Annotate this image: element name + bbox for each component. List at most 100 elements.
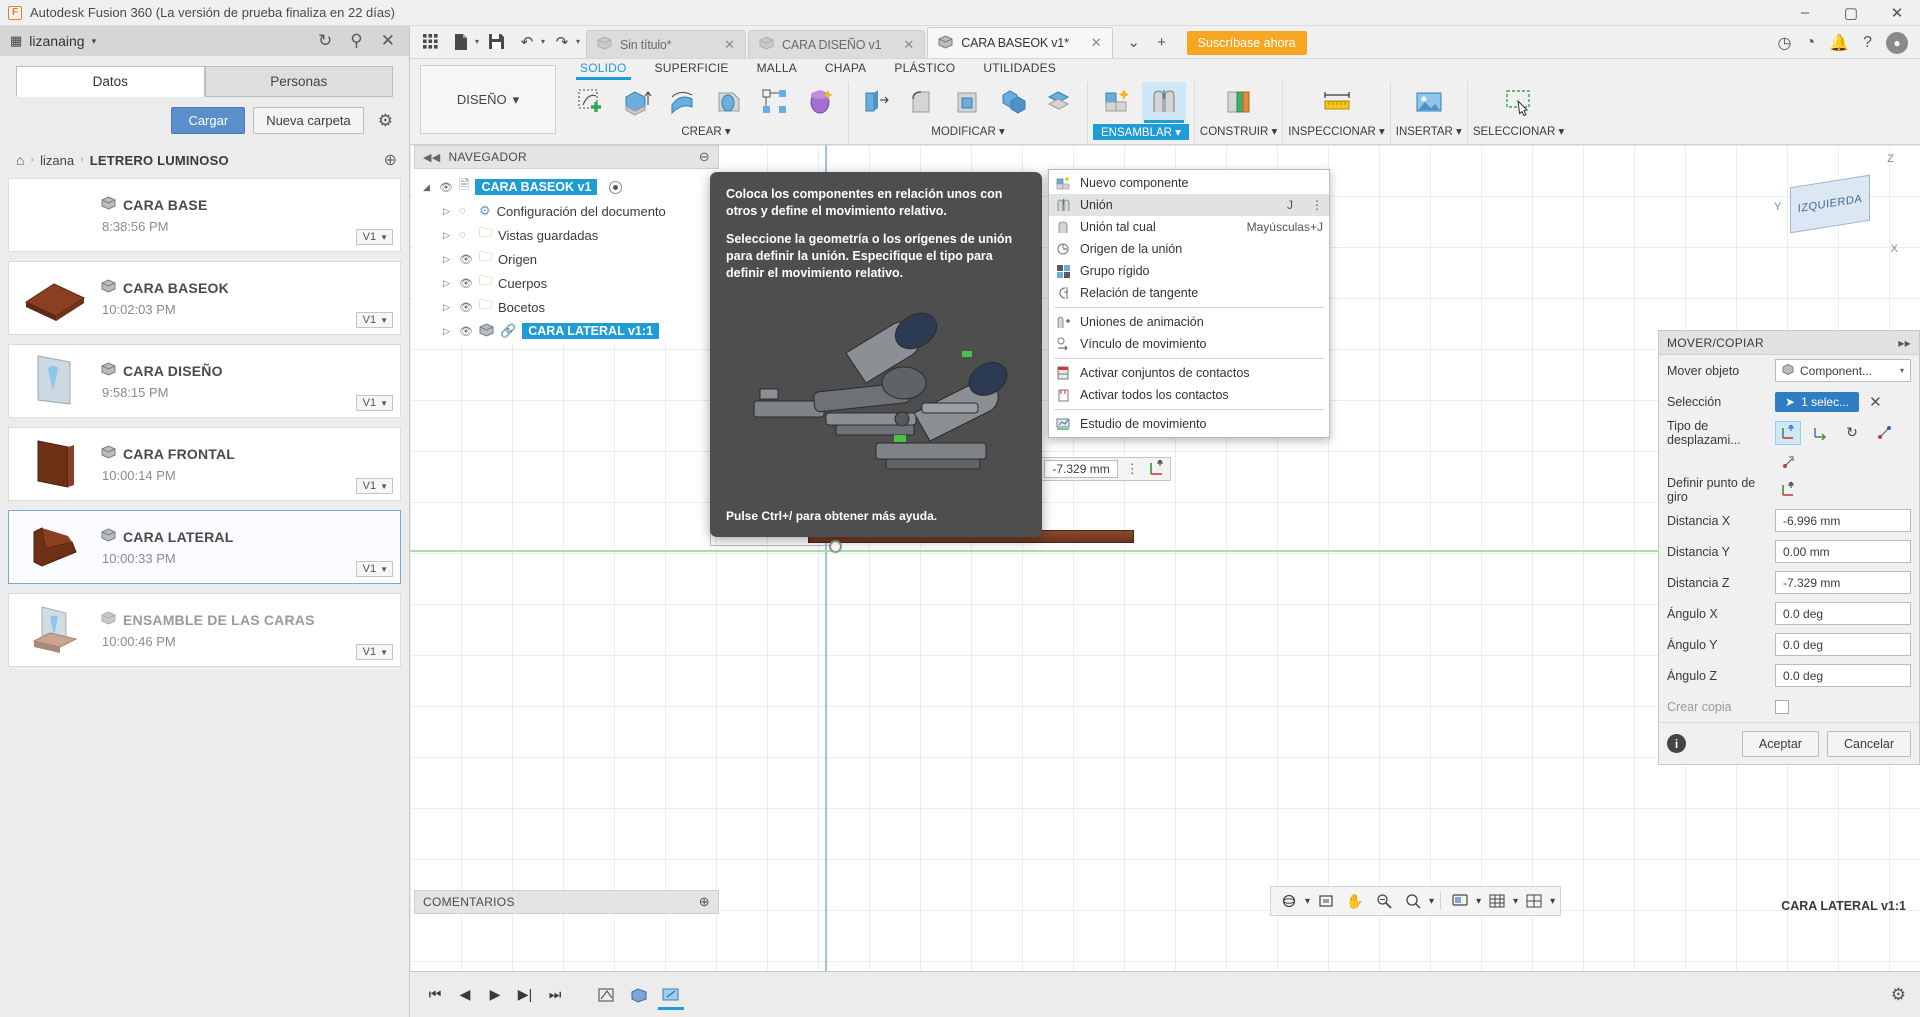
ribbon-tab-chapa[interactable]: CHAPA bbox=[811, 59, 880, 77]
menu-item-new-component[interactable]: Nuevo componente bbox=[1049, 172, 1329, 194]
measure-icon[interactable] bbox=[1315, 82, 1359, 122]
close-panel-icon[interactable]: ✕ bbox=[381, 31, 395, 51]
assemble-dropdown-menu[interactable]: Nuevo componente Unión J ⋮ Unión tal cual May… bbox=[1048, 169, 1330, 438]
pan-icon[interactable]: ✋ bbox=[1342, 890, 1368, 912]
minimize-button[interactable]: – bbox=[1782, 0, 1828, 25]
visibility-eye-icon[interactable]: 👁 bbox=[459, 253, 473, 266]
point-to-position-icon[interactable] bbox=[1775, 450, 1801, 474]
workspace-selector[interactable]: DISEÑO ▾ bbox=[420, 65, 556, 134]
list-item[interactable]: CARA FRONTAL 10:00:14 PM V1 ▼ bbox=[8, 427, 401, 501]
point-to-point-icon[interactable] bbox=[1871, 421, 1897, 445]
view-cube[interactable]: Z Y X IZQUIERDA bbox=[1770, 153, 1900, 263]
visibility-eye-icon[interactable]: ◌ bbox=[459, 229, 473, 241]
close-icon[interactable]: ✕ bbox=[889, 37, 914, 53]
subscribe-button[interactable]: Suscríbase ahora bbox=[1186, 31, 1307, 55]
menu-item-motion-link[interactable]: Vínculo de movimiento bbox=[1049, 333, 1329, 355]
new-document-caret-icon[interactable]: ▾ bbox=[475, 37, 479, 46]
zoom-icon[interactable] bbox=[1371, 890, 1397, 912]
field-input[interactable]: -7.329 mm bbox=[1775, 571, 1911, 594]
visibility-eye-icon[interactable]: 👁 bbox=[459, 277, 473, 290]
orbit-icon[interactable] bbox=[1276, 890, 1302, 912]
fillet-icon[interactable] bbox=[900, 82, 944, 122]
ribbon-group-label[interactable]: MODIFICAR ▾ bbox=[931, 124, 1005, 138]
orbit-caret-icon[interactable]: ▾ bbox=[1305, 896, 1310, 907]
ribbon-group-label[interactable]: CONSTRUIR ▾ bbox=[1200, 124, 1277, 138]
clock-icon[interactable]: ◔ bbox=[1806, 34, 1816, 52]
translate-xyz-icon[interactable] bbox=[1775, 420, 1801, 445]
field-input[interactable]: 0.0 deg bbox=[1775, 633, 1911, 656]
globe-icon[interactable]: ⊕ bbox=[384, 150, 397, 170]
document-tab[interactable]: CARA BASEOK v1* ✕ bbox=[927, 27, 1113, 58]
drag-z-overflow-icon[interactable]: ⋮ bbox=[1121, 461, 1144, 477]
grids-snaps-icon[interactable] bbox=[1484, 890, 1510, 912]
question-icon[interactable]: ? bbox=[1863, 34, 1872, 52]
activate-radio[interactable] bbox=[609, 180, 623, 194]
visibility-eye-icon[interactable]: 👁 bbox=[439, 181, 453, 194]
create-sketch-icon[interactable] bbox=[569, 82, 613, 122]
version-badge[interactable]: V1 ▼ bbox=[355, 395, 393, 411]
comments-header[interactable]: COMENTARIOS ⊕ bbox=[414, 890, 719, 914]
rotate-icon[interactable]: ↻ bbox=[1839, 421, 1865, 445]
timeline-first-icon[interactable]: ⏮ bbox=[420, 981, 450, 1009]
menu-item-animate-joints[interactable]: Uniones de animación bbox=[1049, 311, 1329, 333]
new-document-icon[interactable] bbox=[447, 29, 475, 55]
viewports-caret-icon[interactable]: ▾ bbox=[1550, 896, 1555, 907]
navigator-row[interactable]: ▷ 👁 🗀 Origen bbox=[414, 247, 719, 271]
close-icon[interactable]: ✕ bbox=[1874, 0, 1920, 25]
timeline-last-icon[interactable]: ⏭ bbox=[540, 981, 570, 1009]
revolve-icon[interactable] bbox=[661, 82, 705, 122]
offset-face-icon[interactable] bbox=[1038, 82, 1082, 122]
expand-triangle-icon[interactable]: ▷ bbox=[440, 326, 453, 337]
navigator-row[interactable]: ▷ ◌ 🗀 Vistas guardadas bbox=[414, 223, 719, 247]
navigator-row[interactable]: ▷ 👁 🔗 CARA LATERAL v1:1 bbox=[414, 319, 719, 343]
ribbon-tab-solido[interactable]: SOLIDO bbox=[566, 59, 641, 80]
look-at-icon[interactable] bbox=[1313, 890, 1339, 912]
timeline-next-icon[interactable]: ▶| bbox=[510, 981, 540, 1009]
menu-item-rigid-group[interactable]: Grupo rígido bbox=[1049, 260, 1329, 282]
translate-axis-icon[interactable] bbox=[1807, 421, 1833, 445]
form-icon[interactable] bbox=[799, 82, 843, 122]
breadcrumb-project[interactable]: LETRERO LUMINOSO bbox=[90, 153, 229, 168]
visibility-eye-icon[interactable]: ◌ bbox=[459, 205, 473, 217]
expand-triangle-icon[interactable]: ▷ bbox=[440, 206, 453, 217]
collapse-icon[interactable]: ◀◀ bbox=[423, 151, 441, 164]
timeline-settings-icon[interactable]: ⚙ bbox=[1891, 985, 1906, 1005]
list-item[interactable]: CARA BASEOK 10:02:03 PM V1 ▼ bbox=[8, 261, 401, 335]
ribbon-group-label[interactable]: SELECCIONAR ▾ bbox=[1473, 124, 1564, 138]
timeline-prev-icon[interactable]: ◀ bbox=[450, 981, 480, 1009]
field-input[interactable]: -6.996 mm bbox=[1775, 509, 1911, 532]
viewports-icon[interactable] bbox=[1521, 890, 1547, 912]
create-copy-checkbox[interactable] bbox=[1775, 699, 1789, 714]
chevron-down-icon[interactable]: ▾ bbox=[92, 36, 97, 47]
avatar[interactable]: ● bbox=[1886, 32, 1908, 54]
tab-personas[interactable]: Personas bbox=[204, 66, 393, 97]
version-badge[interactable]: V1 ▼ bbox=[355, 478, 393, 494]
expand-triangle-icon[interactable]: ▷ bbox=[440, 254, 453, 265]
menu-item-tangent-relation[interactable]: Relación de tangente bbox=[1049, 282, 1329, 304]
extrude-icon[interactable] bbox=[615, 82, 659, 122]
redo-caret-icon[interactable]: ▾ bbox=[576, 37, 580, 46]
version-badge[interactable]: V1 ▼ bbox=[355, 644, 393, 660]
accept-button[interactable]: Aceptar bbox=[1741, 730, 1819, 757]
expand-icon[interactable]: ▸▸ bbox=[1898, 336, 1911, 350]
expand-triangle-icon[interactable]: ▷ bbox=[440, 302, 453, 313]
select-window-icon[interactable] bbox=[1497, 82, 1541, 122]
menu-item-overflow-icon[interactable]: ⋮ bbox=[1311, 198, 1323, 212]
breadcrumb-user[interactable]: lizana bbox=[40, 153, 74, 168]
app-grid-icon[interactable] bbox=[416, 29, 444, 55]
menu-item-joint[interactable]: Unión J ⋮ bbox=[1049, 194, 1329, 216]
expand-triangle-icon[interactable]: ▷ bbox=[440, 230, 453, 241]
drag-z-field[interactable]: -7.329 mm bbox=[1044, 460, 1118, 478]
undo-icon[interactable]: ↶ bbox=[513, 29, 541, 55]
grid-icon[interactable]: ▦ bbox=[10, 33, 22, 49]
display-settings-icon[interactable] bbox=[1447, 890, 1473, 912]
upload-button[interactable]: Cargar bbox=[171, 107, 246, 134]
selection-button[interactable]: ➤ 1 selec... bbox=[1775, 391, 1860, 412]
new-tab-plus-icon[interactable]: + bbox=[1149, 29, 1175, 55]
tab-datos[interactable]: Datos bbox=[16, 66, 205, 97]
home-icon[interactable]: ⌂ bbox=[16, 152, 24, 168]
press-pull-icon[interactable] bbox=[854, 82, 898, 122]
new-folder-button[interactable]: Nueva carpeta bbox=[253, 107, 364, 134]
tab-list-chevron-icon[interactable]: ⌄ bbox=[1121, 29, 1147, 55]
sweep-icon[interactable] bbox=[707, 82, 751, 122]
